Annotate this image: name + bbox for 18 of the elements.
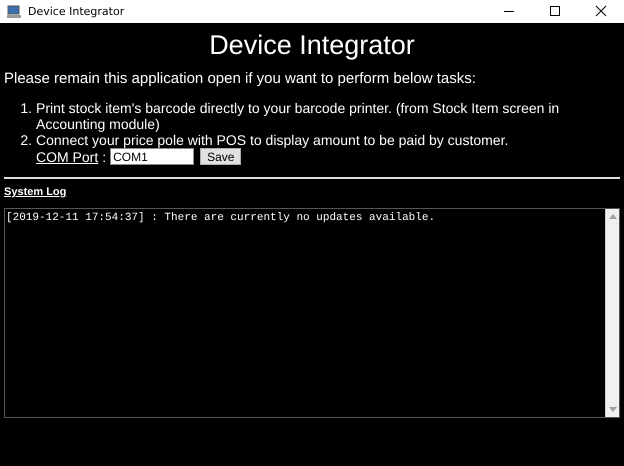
task-text: Print stock item's barcode directly to your barcode printer. (from Stock Item screen in Accounting module) — [36, 100, 560, 132]
colon-separator: : — [102, 148, 106, 164]
task-text: Connect your price pole with POS to display amount to be paid by customer. — [36, 132, 508, 148]
scroll-down-icon[interactable] — [608, 407, 616, 412]
save-button[interactable]: Save — [200, 148, 242, 165]
scrollbar[interactable] — [605, 209, 619, 417]
log-area[interactable]: [2019-12-11 17:54:37] : There are currently no updates available. — [4, 208, 620, 418]
intro-text: Please remain this application open if you want to perform below tasks: — [4, 70, 477, 88]
scroll-up-icon[interactable] — [608, 214, 616, 219]
computer-icon — [6, 4, 22, 18]
com-port-label: COM Port — [36, 148, 98, 164]
log-line: [2019-12-11 17:54:37] : There are currently no updates available. — [6, 212, 436, 224]
task-number: 1. — [19, 100, 32, 118]
system-log-title: System Log — [4, 186, 68, 198]
page-heading: Device Integrator — [208, 29, 416, 61]
window-title: Device Integrator — [28, 5, 124, 18]
com-port-field[interactable]: COM1 — [110, 148, 194, 165]
task-number: 2. — [19, 132, 32, 150]
